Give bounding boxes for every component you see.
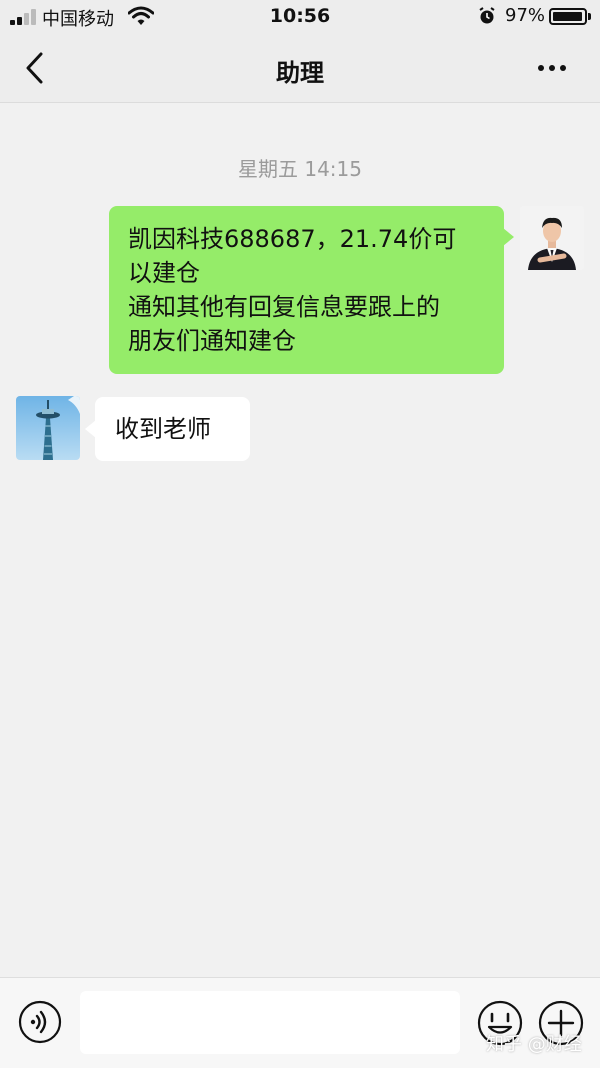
more-dots-icon[interactable] [532, 62, 572, 76]
message-line: 通知其他有回复信息要跟上的 [128, 293, 440, 321]
person-avatar-icon [520, 206, 584, 270]
message-input[interactable] [80, 991, 460, 1054]
chevron-left-icon[interactable] [18, 50, 54, 86]
battery-icon [549, 8, 587, 25]
watermark: 知乎 @财经 [486, 1034, 582, 1055]
self-avatar[interactable] [520, 206, 584, 270]
voice-icon[interactable] [18, 1000, 62, 1044]
contact-avatar[interactable] [16, 396, 80, 460]
message-timestamp: 星期五 14:15 [238, 157, 362, 181]
battery-percent: 97% [505, 5, 546, 26]
tower-avatar-icon [16, 396, 80, 460]
message-line: 以建仓 [128, 259, 200, 287]
message-line: 朋友们通知建仓 [128, 327, 296, 355]
sent-message-bubble[interactable]: 凯因科技688687，21.74价可 以建仓 通知其他有回复信息要跟上的 朋友们… [109, 206, 514, 374]
battery-tip [588, 13, 591, 20]
nav-bar: 助理 [0, 34, 600, 103]
message-text: 收到老师 [115, 415, 211, 443]
status-bar: 中国移动 10:56 97% [0, 0, 600, 34]
page-title: 助理 [276, 59, 324, 87]
received-message-bubble[interactable]: 收到老师 [85, 397, 250, 461]
message-line: 凯因科技688687，21.74价可 [128, 225, 457, 253]
alarm-icon [479, 7, 495, 24]
